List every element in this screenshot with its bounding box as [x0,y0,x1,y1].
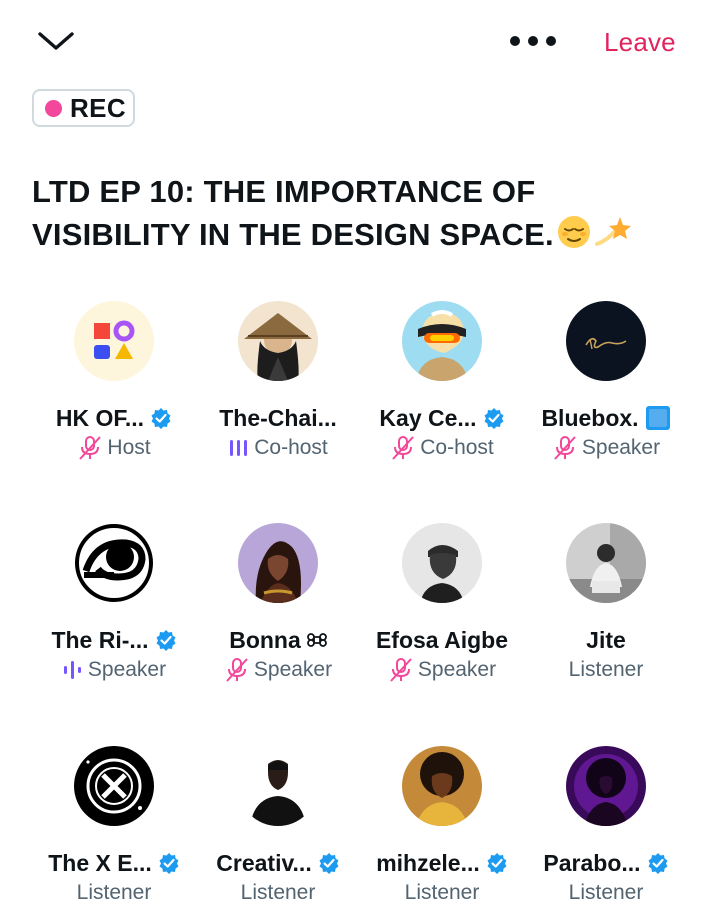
space-title-text: LTD EP 10: THE IMPORTANCE OF VISIBILITY … [32,174,554,252]
participant-name: Kay Ce... [379,404,477,431]
recording-badge: REC [32,89,135,127]
participant-card[interactable]: Bonna Speaker [196,523,360,685]
more-options-button[interactable] [506,26,560,56]
top-bar: Leave [0,0,719,84]
chevron-down-icon [38,32,74,50]
participant-name: The Ri-... [51,626,149,653]
verified-badge-icon [487,853,507,874]
participant-card[interactable]: Kay Ce... Co-host [360,301,524,463]
speaking-wave-icon [63,661,81,679]
verified-badge-icon [648,853,668,874]
space-title: LTD EP 10: THE IMPORTANCE OF VISIBILITY … [32,170,692,261]
participant-role: Listener [76,881,152,904]
participant-card[interactable]: The Ri-... Speaker [32,523,196,685]
mic-off-icon [226,658,248,682]
participant-name: HK OF... [55,404,145,431]
mic-off-icon [390,658,412,682]
verified-badge-icon [159,853,179,874]
bluebox-logo-avatar [566,301,646,381]
spiral-logo-avatar [74,523,154,603]
sunglasses-avatar [402,301,482,381]
participant-card[interactable]: Creativ... Listener [196,746,360,908]
participant-name: mihzele... [376,849,480,876]
participant-role: Speaker [253,658,333,681]
collapse-chevron-button[interactable] [34,24,78,60]
recording-dot-icon [45,99,62,117]
participant-role: Listener [240,881,316,904]
participant-role: Listener [404,881,480,904]
mic-off-icon [554,436,576,460]
participant-card[interactable]: Jite Listener [524,523,688,685]
participant-role: Speaker [417,658,497,681]
participant-role: Co-host [420,436,494,459]
participant-card[interactable]: Parabo... Listener [524,746,688,908]
participant-card[interactable]: Bluebox. Speaker [524,301,688,463]
conical-hat-avatar [238,301,318,381]
bw-photo-avatar [566,523,646,603]
participant-role: Host [107,436,151,459]
afro-woman-avatar [402,746,482,826]
cap-man-avatar [402,523,482,603]
blue-square-icon [645,406,670,430]
shapes-logo-avatar [74,301,154,381]
verified-badge-icon [484,408,504,429]
participant-role: Speaker [581,436,661,459]
man-black-shirt-avatar [238,746,318,826]
elf-portrait-avatar [238,523,318,603]
speaking-bars-icon [230,440,248,456]
mic-off-icon [79,436,102,460]
participant-role: Co-host [254,436,328,459]
participant-card[interactable]: The X E... Listener [32,746,196,908]
purple-silhouette-avatar [566,746,646,826]
dizzy-star-emoji-icon [594,214,632,261]
verified-badge-icon [156,630,176,651]
verified-badge-icon [151,408,171,429]
participant-card[interactable]: The-Chai... Co-host [196,301,360,463]
participant-name: The X E... [48,849,152,876]
participant-name: The-Chai... [219,404,337,431]
participant-card[interactable]: mihzele... Listener [360,746,524,908]
mic-off-icon [392,436,414,460]
participant-name: Bonna [229,626,301,653]
more-dots-icon [510,36,556,46]
recording-label: REC [70,92,127,123]
participant-name: Creativ... [216,849,312,876]
participant-role: Listener [568,658,644,681]
participant-name: Bluebox. [541,404,639,431]
participant-name: Jite [586,626,626,653]
participant-name: Efosa Aigbe [375,626,509,653]
command-symbol-icon [306,633,327,647]
leave-button[interactable]: Leave [604,24,676,60]
participant-card[interactable]: Efosa Aigbe Speaker [360,523,524,685]
participant-name: Parabo... [543,849,641,876]
verified-badge-icon [319,853,339,874]
participant-card[interactable]: HK OF... Host [32,301,196,463]
participant-role: Listener [568,881,644,904]
participant-role: Speaker [87,658,167,681]
x-logo-avatar [74,746,154,826]
relieved-face-emoji-icon [556,214,592,261]
